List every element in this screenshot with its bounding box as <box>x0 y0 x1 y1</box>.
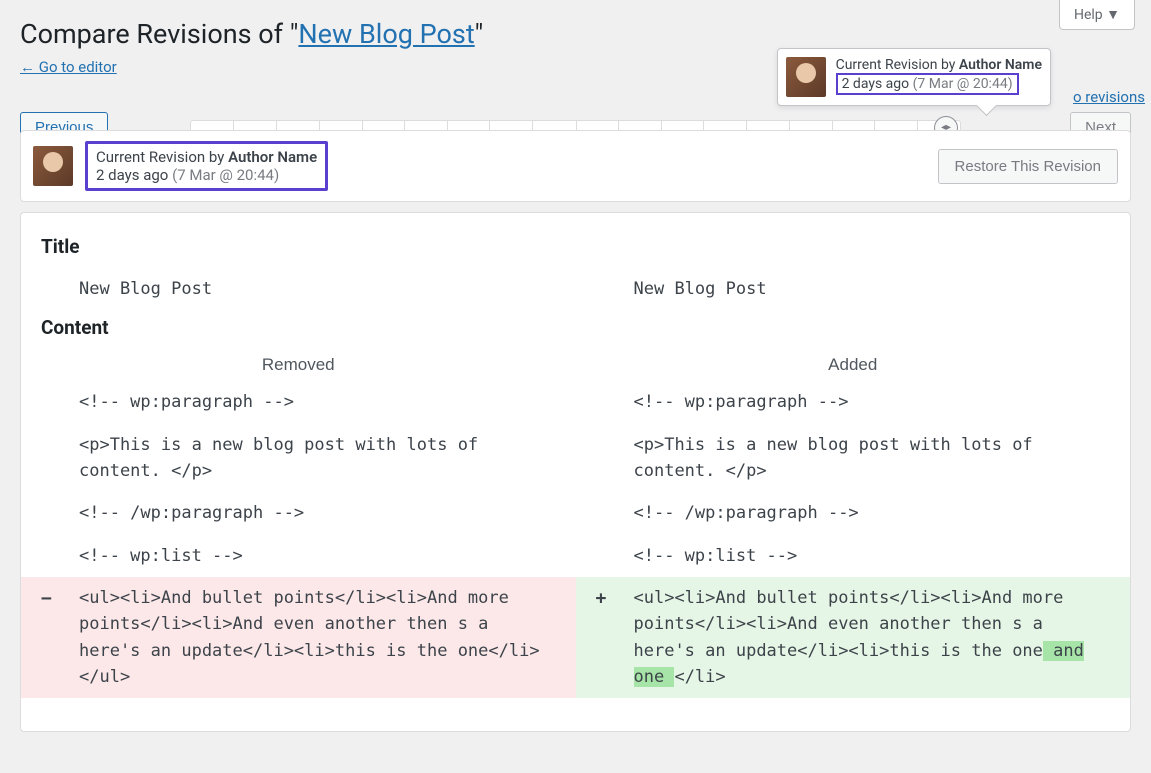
content-diff-row: − <ul><li>And bullet points</li><li>And … <box>21 577 1130 698</box>
removed-header: Removed <box>21 355 576 375</box>
meta-time-abs: (7 Mar @ 20:44) <box>172 166 279 184</box>
content-row: <p>This is a new blog post with lots of … <box>21 424 1130 493</box>
title-row: New Blog Post New Blog Post <box>21 268 1130 310</box>
cell-left: <!-- wp:list --> <box>21 535 576 577</box>
diff-header: Removed Added <box>21 349 1130 381</box>
added-header: Added <box>576 355 1131 375</box>
cell-right: <!-- wp:paragraph --> <box>576 381 1131 423</box>
restore-button[interactable]: Restore This Revision <box>938 149 1118 184</box>
page-title-suffix: " <box>475 18 484 50</box>
section-content: Content <box>21 310 1130 349</box>
cell-left-removed: − <ul><li>And bullet points</li><li>And … <box>21 577 576 698</box>
meta-author: Author Name <box>228 148 317 166</box>
avatar <box>786 57 826 97</box>
title-right: New Blog Post <box>576 268 1131 310</box>
plus-icon: + <box>596 585 607 613</box>
avatar <box>33 146 73 186</box>
compare-two-link[interactable]: o revisions <box>1073 88 1145 106</box>
content-row: <!-- wp:paragraph --> <!-- wp:paragraph … <box>21 381 1130 423</box>
meta-line2: 2 days ago (7 Mar @ 20:44) <box>96 166 317 184</box>
meta-line1: Current Revision by Author Name <box>96 148 317 166</box>
title-left: New Blog Post <box>21 268 576 310</box>
cell-left: <p>This is a new blog post with lots of … <box>21 424 576 493</box>
tooltip-time-rel: 2 days ago <box>842 76 913 92</box>
added-text-pre: <ul><li>And bullet points</li><li>And mo… <box>634 588 1064 661</box>
page-title: Compare Revisions of "New Blog Post" <box>0 0 1151 54</box>
revision-meta-highlight: Current Revision by Author Name 2 days a… <box>85 141 328 191</box>
page-title-prefix: Compare Revisions of " <box>20 18 298 50</box>
added-text-post: </li> <box>674 667 725 687</box>
cell-right: <!-- /wp:paragraph --> <box>576 492 1131 534</box>
content-row: <!-- wp:list --> <!-- wp:list --> <box>21 535 1130 577</box>
removed-text: <ul><li>And bullet points</li><li>And mo… <box>79 588 540 687</box>
help-dropdown[interactable]: Help ▼ <box>1059 0 1135 30</box>
cell-left: <!-- /wp:paragraph --> <box>21 492 576 534</box>
tooltip-text: Current Revision by Author Name 2 days a… <box>836 57 1042 95</box>
content-row: <!-- /wp:paragraph --> <!-- /wp:paragrap… <box>21 492 1130 534</box>
tooltip-line2: 2 days ago (7 Mar @ 20:44) <box>836 73 1019 95</box>
tooltip-line1: Current Revision by Author Name <box>836 57 1042 73</box>
revision-meta-bar: Current Revision by Author Name 2 days a… <box>20 130 1131 202</box>
meta-time-rel: 2 days ago <box>96 166 172 184</box>
cell-left: <!-- wp:paragraph --> <box>21 381 576 423</box>
meta-prefix: Current Revision by <box>96 148 228 166</box>
post-title-link[interactable]: New Blog Post <box>298 18 474 50</box>
minus-icon: − <box>41 585 52 613</box>
revision-tooltip: Current Revision by Author Name 2 days a… <box>777 48 1051 106</box>
section-title: Title <box>21 229 1130 268</box>
cell-right: <p>This is a new blog post with lots of … <box>576 424 1131 493</box>
cell-right: <!-- wp:list --> <box>576 535 1131 577</box>
tooltip-prefix: Current Revision by <box>836 57 959 73</box>
go-to-editor-link[interactable]: ← Go to editor <box>20 58 117 76</box>
cell-right-added: + <ul><li>And bullet points</li><li>And … <box>576 577 1131 698</box>
tooltip-time-abs: (7 Mar @ 20:44) <box>913 76 1013 92</box>
diff-area: Title New Blog Post New Blog Post Conten… <box>20 212 1131 732</box>
tooltip-author: Author Name <box>959 57 1042 73</box>
